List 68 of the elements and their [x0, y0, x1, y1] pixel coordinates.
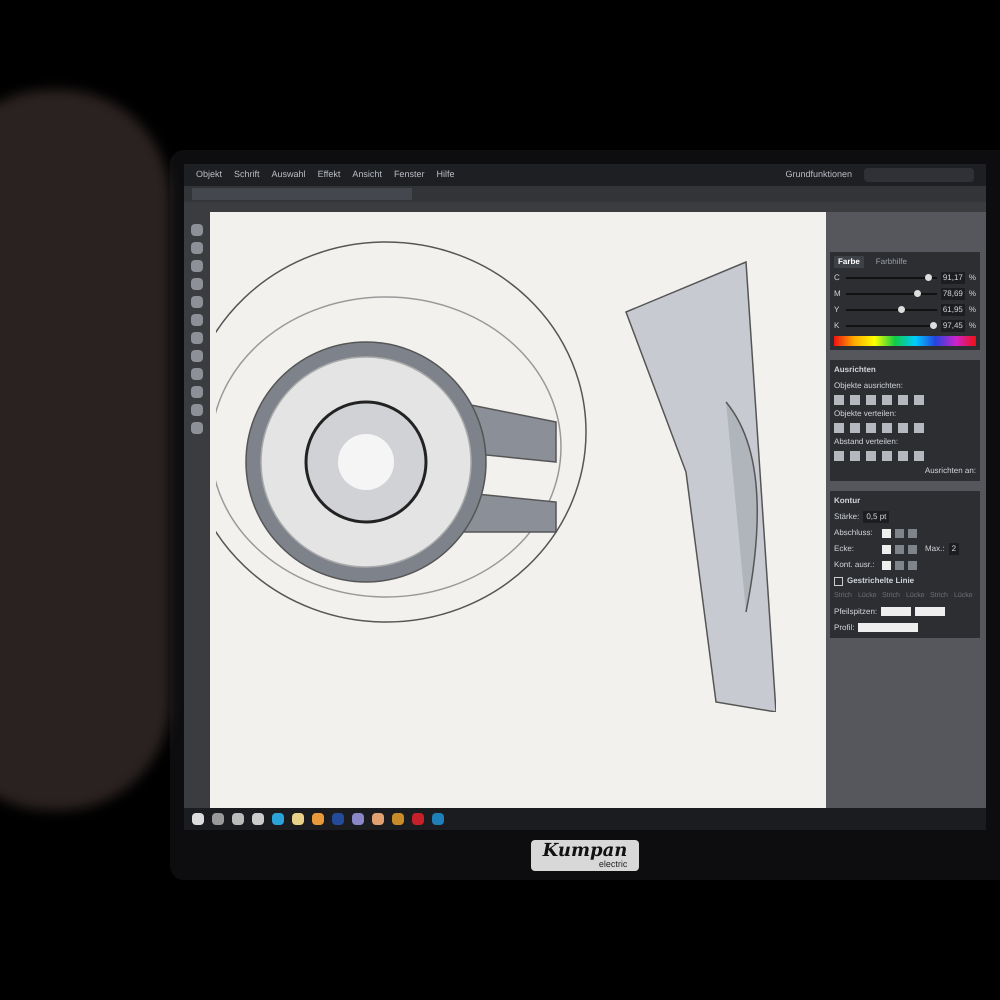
field-label: Ecke:	[834, 543, 856, 555]
menu-item[interactable]: Fenster	[394, 168, 424, 182]
section-label: Objekte verteilen:	[834, 408, 898, 420]
tool-icon[interactable]	[191, 242, 203, 254]
panel-tab[interactable]: Ausrichten	[834, 364, 976, 376]
tool-icon[interactable]	[191, 386, 203, 398]
section-label: Objekte ausrichten:	[834, 380, 904, 392]
tool-icon[interactable]	[191, 404, 203, 416]
app-icon[interactable]	[212, 813, 224, 825]
tool-icon[interactable]	[191, 278, 203, 290]
unit-label: %	[968, 288, 976, 300]
unit-label: %	[968, 272, 976, 284]
tool-icon[interactable]	[191, 368, 203, 380]
app-icon[interactable]	[372, 813, 384, 825]
tool-icon[interactable]	[191, 350, 203, 362]
workspace-label[interactable]: Grundfunktionen	[785, 168, 852, 182]
weight-field[interactable]: 0,5 pt	[863, 511, 890, 523]
tool-icon[interactable]	[191, 224, 203, 236]
panel-tab[interactable]: Kontur	[834, 495, 976, 507]
app-icon[interactable]	[272, 813, 284, 825]
menu-item[interactable]: Auswahl	[272, 168, 306, 182]
channel-label: C	[834, 272, 841, 284]
app-icon[interactable]	[232, 813, 244, 825]
align-to-label: Ausrichten an:	[924, 465, 976, 477]
menu-item[interactable]: Schrift	[234, 168, 260, 182]
tool-icon[interactable]	[191, 260, 203, 272]
menu-item[interactable]: Effekt	[318, 168, 340, 182]
slider-thumb[interactable]	[930, 322, 938, 329]
tool-icon[interactable]	[191, 314, 203, 326]
tool-icon[interactable]	[191, 422, 203, 434]
channel-label: Y	[834, 304, 840, 316]
field-label: Max.:	[925, 543, 945, 555]
value-field[interactable]: 78,69	[940, 288, 965, 300]
field-label: Pfeilspitzen:	[834, 606, 878, 618]
field-label: Kont. ausr.:	[834, 559, 876, 571]
value-field[interactable]: 91,17	[940, 272, 965, 284]
field-label: Abschluss:	[834, 527, 874, 539]
brand-logo: Kumpan	[542, 842, 628, 860]
section-label: Abstand verteilen:	[834, 436, 900, 448]
unit-label: %	[968, 320, 976, 332]
app-icon[interactable]	[352, 813, 364, 825]
slider-thumb[interactable]	[914, 290, 921, 297]
app-icon[interactable]	[392, 813, 404, 825]
app-icon[interactable]	[252, 813, 264, 825]
unit-label: %	[968, 304, 976, 316]
limit-field[interactable]: 2	[948, 543, 960, 555]
panel-tab[interactable]: Farbe	[834, 256, 864, 268]
panel-tab[interactable]: Farbhilfe	[872, 256, 911, 268]
field-label: Profil:	[834, 622, 854, 634]
field-label: Stärke:	[834, 511, 860, 523]
tool-icon[interactable]	[191, 296, 203, 308]
app-icon[interactable]	[192, 813, 204, 825]
slider-thumb[interactable]	[898, 306, 906, 313]
app-icon[interactable]	[292, 813, 304, 825]
menu-item[interactable]: Objekt	[196, 168, 222, 182]
value-field[interactable]: 61,95	[940, 304, 965, 316]
tool-icon[interactable]	[191, 332, 203, 344]
channel-label: M	[834, 288, 842, 300]
brand-subtitle: electric	[598, 860, 628, 868]
checkbox[interactable]	[834, 576, 843, 586]
menu-item[interactable]: Ansicht	[352, 168, 382, 182]
color-spectrum[interactable]	[834, 336, 976, 346]
value-field[interactable]: 97,45	[940, 320, 965, 332]
app-icon[interactable]	[312, 813, 324, 825]
menu-item[interactable]: Hilfe	[436, 168, 454, 182]
checkbox-label: Gestrichelte Linie	[847, 575, 914, 587]
channel-label: K	[834, 320, 840, 332]
slider-thumb[interactable]	[924, 274, 932, 281]
